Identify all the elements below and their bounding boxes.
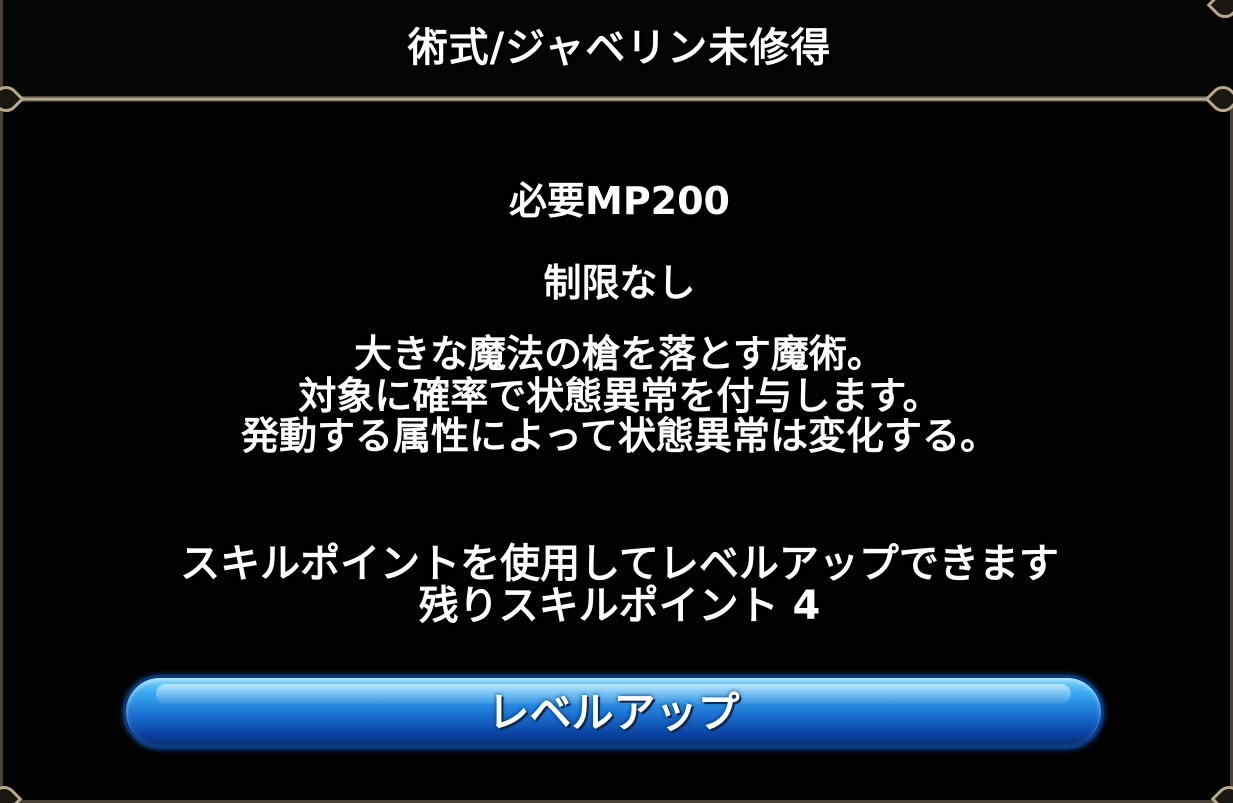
dialog-title: 術式/ジャベリン未修得 [407,25,832,71]
description-line: 対象に確率で状態異常を付与します。 [298,374,941,418]
required-mp: 必要MP200 [509,179,730,223]
remaining-skill-points: 残りスキルポイント 4 [418,583,821,629]
level-up-button-label: レベルアップ [487,688,740,737]
level-up-button[interactable]: レベルアップ [123,675,1104,749]
description-line: 大きな魔法の槍を落とす魔術。 [354,332,885,376]
dialog-header: 術式/ジャベリン未修得 [3,0,1233,98]
description-line: 発動する属性によって状態異常は変化する。 [241,414,998,458]
frame-ornament-icon [0,780,23,803]
skill-point-notice: スキルポイントを使用してレベルアップできます [180,541,1059,587]
header-divider [3,96,1233,102]
restriction-text: 制限なし [543,261,696,305]
frame-ornament-icon [1210,780,1233,803]
skill-dialog: 術式/ジャベリン未修得 必要MP200 制限なし 大きな魔法の槍を落とす魔術。 … [0,0,1233,803]
